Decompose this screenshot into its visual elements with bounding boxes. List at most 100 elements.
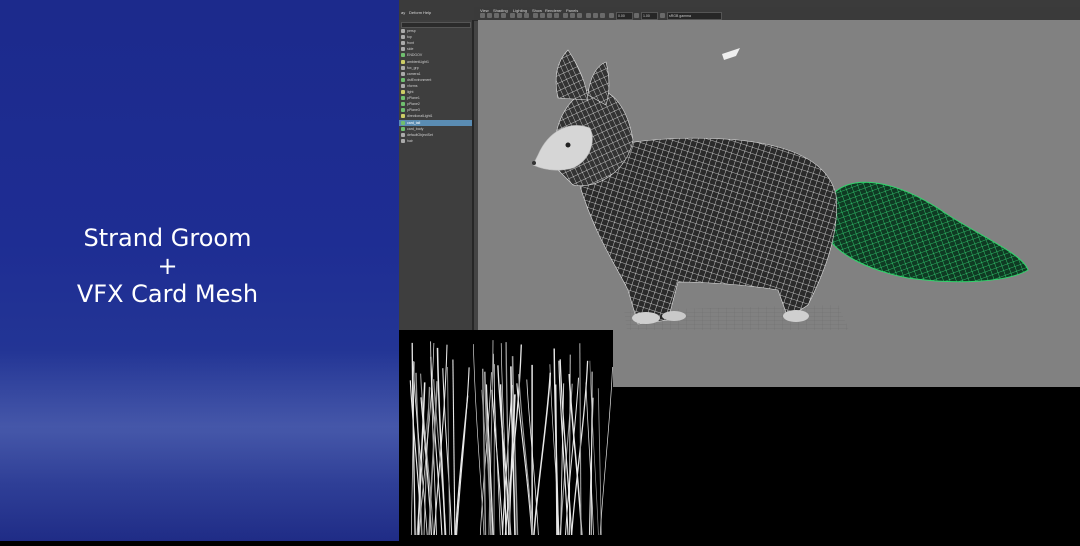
outliner-item-label: pPlane2 <box>407 102 420 106</box>
exposure-icon[interactable] <box>609 13 614 18</box>
outliner-item-label: xforms <box>407 84 418 88</box>
hair-strands-texture <box>399 330 613 541</box>
grid-icon[interactable] <box>501 13 506 18</box>
tail-card-mesh[interactable] <box>826 182 1028 281</box>
hair-strand <box>448 367 450 535</box>
node-icon <box>401 41 405 45</box>
hair-strand <box>600 367 612 535</box>
node-icon <box>401 60 405 64</box>
view-transform-dropdown[interactable]: sRGB gamma <box>667 12 722 20</box>
front-paw-left <box>632 312 660 324</box>
outliner-item[interactable]: ENDGOV <box>399 52 472 58</box>
outliner-item-label: hair <box>407 139 413 143</box>
viewport-menubar: View Shading Lighting Show Renderer Pane… <box>474 7 1080 20</box>
fox-card-mesh-render <box>478 20 1080 330</box>
xray-icon[interactable] <box>593 13 598 18</box>
color-management-icon[interactable] <box>660 13 665 18</box>
3d-viewport[interactable] <box>478 20 1080 330</box>
outliner-item-label: top <box>407 35 412 39</box>
hair-strand <box>534 373 550 535</box>
node-icon <box>401 108 405 112</box>
outliner-item-label: persp <box>407 29 416 33</box>
outliner-item-label: light <box>407 90 413 94</box>
film-gate-icon[interactable] <box>510 13 515 18</box>
outliner-item-label: front <box>407 41 414 45</box>
outliner-item[interactable]: card_body <box>399 126 472 132</box>
node-icon <box>401 47 405 51</box>
bookmark-icon[interactable] <box>494 13 499 18</box>
outliner-item[interactable]: hair <box>399 138 472 144</box>
camera-icon[interactable] <box>480 13 485 18</box>
outliner-item-label: ambientLight1 <box>407 60 429 64</box>
resolution-gate-icon[interactable] <box>517 13 522 18</box>
hair-strand <box>566 378 579 535</box>
node-icon <box>401 133 405 137</box>
exposure-field[interactable]: 0.00 <box>616 12 633 20</box>
node-icon <box>401 66 405 70</box>
fox-eye <box>566 143 571 148</box>
outliner-item-label: pPlane3 <box>407 108 420 112</box>
outliner-item-label: pPlane1 <box>407 96 420 100</box>
textured-icon[interactable] <box>547 13 552 18</box>
hair-strand <box>598 388 601 535</box>
xray-joints-icon[interactable] <box>600 13 605 18</box>
node-icon <box>401 121 405 125</box>
stray-card <box>722 48 740 60</box>
outliner-item[interactable]: front <box>399 40 472 46</box>
menu-deform[interactable]: Deform <box>409 10 422 15</box>
node-icon <box>401 90 405 94</box>
outliner-item-label: side <box>407 47 413 51</box>
outliner-item[interactable]: camera1 <box>399 71 472 77</box>
node-icon <box>401 78 405 82</box>
wireframe-icon[interactable] <box>533 13 538 18</box>
outliner-item-label: card_body <box>407 127 423 131</box>
gamma-field[interactable]: 1.00 <box>641 12 658 20</box>
ear-left-mesh <box>556 50 588 100</box>
outliner-item-label: ENDGOV <box>407 53 422 57</box>
node-icon <box>401 102 405 106</box>
hair-strand <box>457 367 470 535</box>
node-icon <box>401 53 405 57</box>
outliner-item[interactable]: card_tail <box>399 120 472 126</box>
fox-nose <box>532 161 536 165</box>
smooth-shade-icon[interactable] <box>540 13 545 18</box>
outliner-item[interactable]: pPlane2 <box>399 101 472 107</box>
outliner-item[interactable]: pPlane3 <box>399 107 472 113</box>
outliner-item-label: dsfEnvironment <box>407 78 431 82</box>
title-line-2: + <box>60 252 275 280</box>
menu-item[interactable]: ay <box>401 10 405 15</box>
isolate-select-icon[interactable] <box>586 13 591 18</box>
outliner-item[interactable]: xforms <box>399 83 472 89</box>
ambient-occlusion-icon[interactable] <box>570 13 575 18</box>
viewport-lower-extension <box>613 330 1080 387</box>
front-paw-right <box>662 311 686 321</box>
outliner-item-label: directionalLight1 <box>407 114 433 118</box>
node-icon <box>401 72 405 76</box>
outliner-item[interactable]: light <box>399 89 472 95</box>
outliner-item[interactable]: fox_grp <box>399 65 472 71</box>
title-line-3: VFX Card Mesh <box>60 280 275 308</box>
outliner-item[interactable]: dsfEnvironment <box>399 77 472 83</box>
outliner-item-label: defaultObjectSet <box>407 133 433 137</box>
menu-help[interactable]: Help <box>423 10 431 15</box>
outliner-item[interactable]: ambientLight1 <box>399 59 472 65</box>
outliner-item-label: fox_grp <box>407 66 419 70</box>
gamma-icon[interactable] <box>634 13 639 18</box>
outliner-item[interactable]: persp <box>399 28 472 34</box>
shadows-icon[interactable] <box>563 13 568 18</box>
safe-frame-icon[interactable] <box>524 13 529 18</box>
lock-icon[interactable] <box>487 13 492 18</box>
node-icon <box>401 114 405 118</box>
node-icon <box>401 84 405 88</box>
outliner-item[interactable]: pPlane1 <box>399 95 472 101</box>
outliner-item[interactable]: top <box>399 34 472 40</box>
outliner-panel: persp top front side ENDGOV ambientLight1 fox_… <box>399 20 474 330</box>
node-icon <box>401 29 405 33</box>
hair-strand <box>519 374 533 535</box>
outliner-item[interactable]: directionalLight1 <box>399 113 472 119</box>
hair-strand <box>517 383 532 535</box>
lights-icon[interactable] <box>554 13 559 18</box>
outliner-item[interactable]: side <box>399 46 472 52</box>
antialiasing-icon[interactable] <box>577 13 582 18</box>
outliner-item[interactable]: defaultObjectSet <box>399 132 472 138</box>
